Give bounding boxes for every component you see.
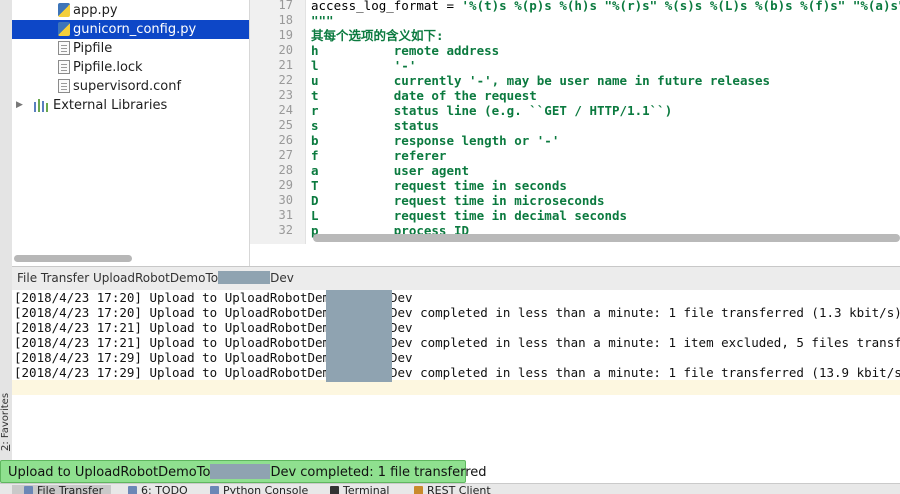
tree-item-app-py[interactable]: app.py — [12, 1, 249, 20]
python-file-icon — [58, 22, 70, 36]
favorites-tab-number: 2 — [0, 444, 11, 452]
notification-prefix: Upload to UploadRobotDemoTo — [8, 465, 211, 480]
log-line: [2018/4/23 17:29] Upload to UploadRobotD… — [14, 365, 900, 380]
docstring-line: f referer — [311, 148, 447, 163]
panel-title-suffix: Dev — [270, 271, 294, 285]
docstring-line: 其每个选项的含义如下: — [311, 28, 444, 43]
line-number: 24 — [278, 103, 293, 117]
tree-item-pipfile[interactable]: Pipfile — [12, 39, 249, 58]
tree-item-gunicorn-config-py[interactable]: gunicorn_config.py — [12, 20, 249, 39]
tree-item-label: supervisord.conf — [73, 79, 182, 94]
line-number: 22 — [278, 73, 293, 87]
log-line-prefix: [2018/4/23 17:20] Upload to UploadRobotD… — [14, 290, 353, 305]
line-number-gutter: 17 18 19 20 21 22 23 24 25 26 27 28 29 30 31 32 — [250, 0, 306, 244]
file-transfer-panel-header: File Transfer UploadRobotDemoTo Dev — [12, 266, 900, 291]
log-line-suffix: Dev completed in less than a minute: 1 f… — [390, 305, 900, 320]
docstring-line: """ — [311, 13, 334, 28]
tree-item-supervisord-conf[interactable]: supervisord.conf — [12, 77, 249, 96]
line-number: 29 — [278, 178, 293, 192]
log-line: [2018/4/23 17:21] Upload to UploadRobotD… — [14, 335, 900, 350]
expand-arrow-icon[interactable]: ▶ — [16, 96, 23, 115]
bottom-tool-window-bar: File Transfer 6: TODO Python Console Ter… — [0, 483, 900, 494]
log-line-suffix: Dev — [390, 350, 413, 365]
code-text: access_log_format = — [311, 0, 462, 13]
redacted-block — [210, 464, 271, 479]
line-number: 32 — [278, 223, 293, 237]
text-file-icon — [58, 41, 70, 55]
docstring-line: a user agent — [311, 163, 470, 178]
line-number: 28 — [278, 163, 293, 177]
redacted-block — [218, 271, 271, 284]
code-line: access_log_format = '%(t)s %(p)s %(h)s "… — [311, 0, 900, 13]
docstring-line: r status line (e.g. ``GET / HTTP/1.1``) — [311, 103, 673, 118]
editor-horizontal-scrollbar[interactable] — [313, 234, 900, 242]
panel-title-prefix: File Transfer UploadRobotDemoTo — [17, 271, 219, 285]
log-line-prefix: [2018/4/23 17:20] Upload to UploadRobotD… — [14, 305, 353, 320]
log-line-suffix: Dev completed in less than a minute: 1 i… — [390, 335, 900, 350]
tree-item-label: app.py — [73, 3, 118, 18]
line-number: 23 — [278, 88, 293, 102]
docstring-line: l '-' — [311, 58, 417, 73]
line-number: 26 — [278, 133, 293, 147]
docstring-line: D request time in microseconds — [311, 193, 605, 208]
docstring-line: s status — [311, 118, 439, 133]
line-number: 17 — [278, 0, 293, 12]
docstring-line: u currently '-', may be user name in fut… — [311, 73, 771, 88]
caret-line-highlight — [12, 380, 900, 395]
log-line: [2018/4/23 17:20] Upload to UploadRobotD… — [14, 305, 900, 320]
project-tree: app.py gunicorn_config.py Pipfile Pipfil… — [12, 0, 250, 266]
tree-item-label: gunicorn_config.py — [73, 22, 197, 37]
line-number: 21 — [278, 58, 293, 72]
log-line-prefix: [2018/4/23 17:29] Upload to UploadRobotD… — [14, 365, 353, 380]
notification-text: Upload to UploadRobotDemoTo Dev completed… — [8, 464, 487, 480]
log-line-suffix: Dev — [390, 290, 413, 305]
log-line-prefix: [2018/4/23 17:29] Upload to UploadRobotD… — [14, 350, 353, 365]
tree-item-external-libraries[interactable]: ▶ External Libraries — [12, 96, 249, 115]
string-literal: '%(t)s %(p)s %(h)s "%(r)s" %(s)s %(L)s %… — [461, 0, 900, 13]
docstring-line: L request time in decimal seconds — [311, 208, 628, 223]
tree-item-label: Pipfile — [73, 41, 113, 56]
line-number: 31 — [278, 208, 293, 222]
docstring-line: b response length or '-' — [311, 133, 560, 148]
log-line-prefix: [2018/4/23 17:21] Upload to UploadRobotD… — [14, 335, 353, 350]
favorites-tab-label: : Favorites — [0, 392, 11, 445]
docstring-line: T request time in seconds — [311, 178, 567, 193]
log-line-suffix: Dev — [390, 320, 413, 335]
log-line-suffix: Dev completed in less than a minute: 1 f… — [390, 365, 900, 380]
notification-suffix: Dev completed: 1 file transferred — [270, 465, 487, 480]
library-icon — [34, 98, 48, 112]
redacted-block — [326, 290, 392, 382]
line-number: 30 — [278, 193, 293, 207]
log-line-prefix: [2018/4/23 17:21] Upload to UploadRobotD… — [14, 320, 353, 335]
text-file-icon — [58, 79, 70, 93]
line-number: 18 — [278, 13, 293, 27]
python-file-icon — [58, 3, 70, 17]
tree-horizontal-scrollbar[interactable] — [14, 255, 132, 262]
text-file-icon — [58, 60, 70, 74]
panel-title: File Transfer UploadRobotDemoTo Dev — [17, 271, 294, 285]
file-transfer-log: [2018/4/23 17:20] Upload to UploadRobotD… — [12, 290, 900, 460]
upload-notification[interactable]: Upload to UploadRobotDemoTo Dev completed… — [0, 460, 487, 483]
tree-item-pipfile-lock[interactable]: Pipfile.lock — [12, 58, 249, 77]
tree-item-label: External Libraries — [53, 98, 168, 113]
docstring-line: h remote address — [311, 43, 500, 58]
code-editor[interactable]: 17 18 19 20 21 22 23 24 25 26 27 28 29 30 31 32 access_… — [250, 0, 900, 244]
docstring-line: t date of the request — [311, 88, 537, 103]
favorites-tab[interactable]: 2: Favorites — [0, 390, 12, 454]
line-number: 20 — [278, 43, 293, 57]
line-number: 19 — [278, 28, 293, 42]
tree-item-label: Pipfile.lock — [73, 60, 143, 75]
line-number: 25 — [278, 118, 293, 132]
line-number: 27 — [278, 148, 293, 162]
